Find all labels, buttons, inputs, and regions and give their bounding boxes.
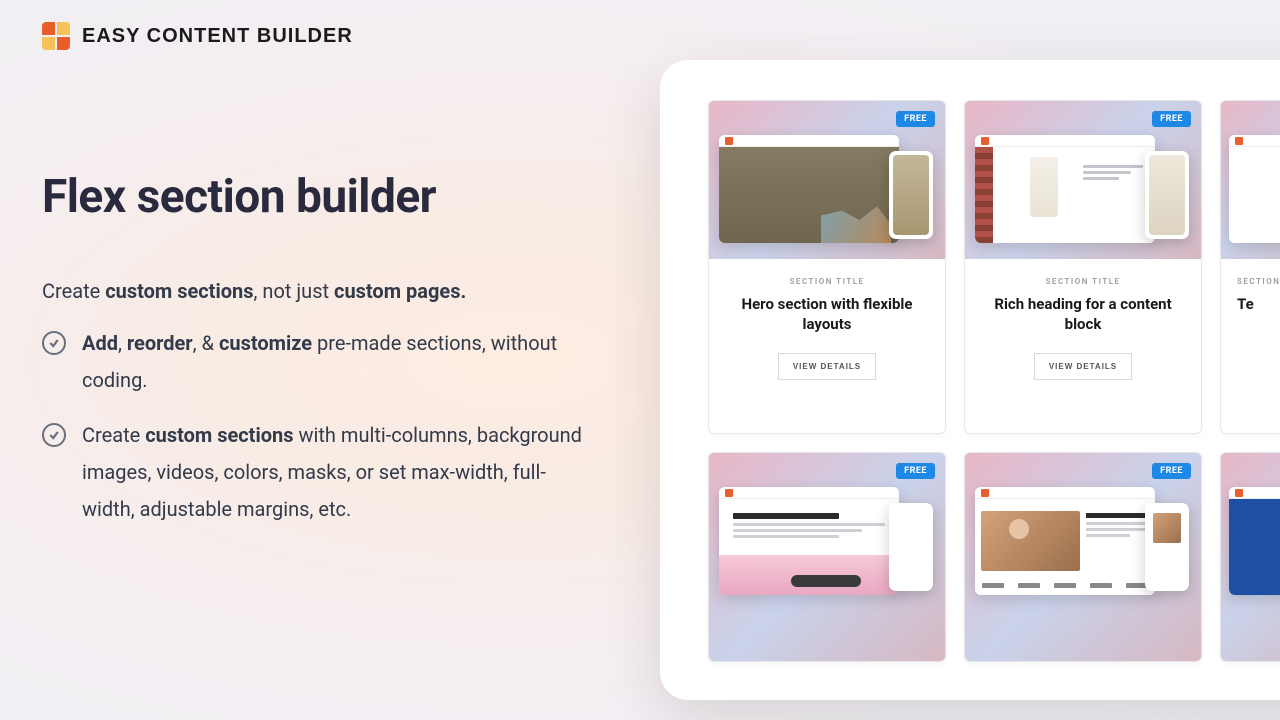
brand-logo: EASY CONTENT BUILDER	[42, 22, 353, 50]
card-eyebrow: SECTION TITLE	[1237, 277, 1280, 286]
template-thumbnail: FREE	[1221, 101, 1280, 259]
phone-mockup-icon	[889, 503, 933, 591]
check-icon	[42, 423, 66, 447]
free-badge: FREE	[1152, 111, 1191, 127]
card-title: Rich heading for a content block	[979, 294, 1187, 335]
feature-bullets: Add, reorder, & customize pre-made secti…	[42, 325, 582, 528]
template-showcase-panel: FREE SECTION TITLE Hero section with fle…	[660, 60, 1280, 700]
laptop-mockup-icon	[719, 487, 899, 595]
free-badge: FREE	[896, 111, 935, 127]
phone-mockup-icon	[889, 151, 933, 239]
free-badge: FREE	[896, 463, 935, 479]
template-thumbnail: FREE	[965, 453, 1201, 662]
template-card[interactable]	[1220, 452, 1280, 662]
card-title: Te	[1237, 294, 1254, 314]
view-details-button[interactable]: VIEW DETAILS	[1034, 353, 1132, 380]
view-details-button[interactable]: VIEW DETAILS	[778, 353, 876, 380]
bullet-text: Create custom sections with multi-column…	[82, 417, 582, 528]
template-card[interactable]: FREE SECTION TITLE Te	[1220, 100, 1280, 434]
phone-mockup-icon	[1145, 503, 1189, 591]
template-thumbnail: FREE	[965, 101, 1201, 259]
laptop-mockup-icon	[1229, 135, 1280, 243]
template-thumbnail	[1221, 453, 1280, 662]
page-headline: Flex section builder	[42, 170, 582, 224]
page-subhead: Create custom sections, not just custom …	[42, 279, 582, 303]
card-eyebrow: SECTION TITLE	[789, 277, 864, 286]
template-thumbnail: FREE	[709, 453, 945, 662]
hero-copy: Flex section builder Create custom secti…	[42, 170, 582, 546]
card-eyebrow: SECTION TITLE	[1045, 277, 1120, 286]
check-icon	[42, 331, 66, 355]
template-card[interactable]: FREE SECTION TITLE Hero section with fle…	[708, 100, 946, 434]
logo-icon	[42, 22, 70, 50]
template-card[interactable]: FREE SECTION TITLE Rich heading for a co…	[964, 100, 1202, 434]
brand-name: EASY CONTENT BUILDER	[82, 25, 353, 48]
bullet-item: Create custom sections with multi-column…	[42, 417, 582, 528]
laptop-mockup-icon	[975, 135, 1155, 243]
laptop-mockup-icon	[1229, 487, 1280, 595]
template-card[interactable]: FREE	[964, 452, 1202, 662]
laptop-mockup-icon	[975, 487, 1155, 595]
bullet-text: Add, reorder, & customize pre-made secti…	[82, 325, 582, 399]
bullet-item: Add, reorder, & customize pre-made secti…	[42, 325, 582, 399]
template-card[interactable]: FREE	[708, 452, 946, 662]
phone-mockup-icon	[1145, 151, 1189, 239]
free-badge: FREE	[1152, 463, 1191, 479]
laptop-mockup-icon	[719, 135, 899, 243]
template-thumbnail: FREE	[709, 101, 945, 259]
card-title: Hero section with flexible layouts	[723, 294, 931, 335]
